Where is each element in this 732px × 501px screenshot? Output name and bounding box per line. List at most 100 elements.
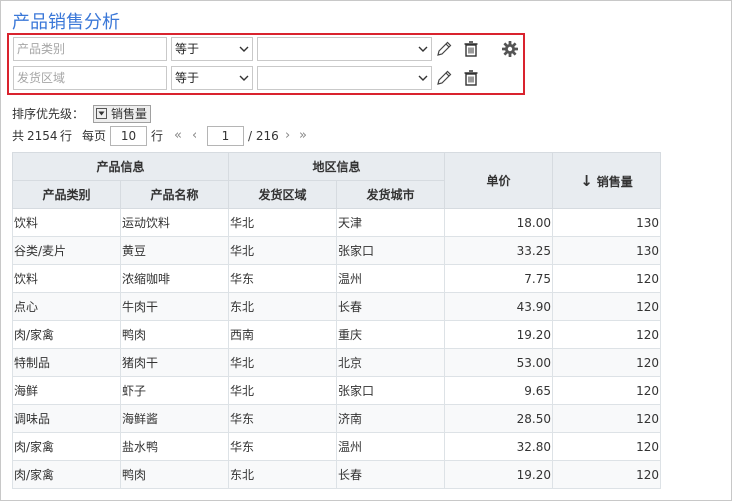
cell-category: 特制品 xyxy=(12,348,121,377)
cell-sales: 120 xyxy=(552,376,661,405)
cell-name: 黄豆 xyxy=(120,236,229,265)
per-page-suffix: 行 xyxy=(151,129,164,143)
group-header-region: 地区信息 xyxy=(228,152,445,181)
cell-category: 饮料 xyxy=(12,208,121,237)
trash-icon[interactable] xyxy=(462,40,480,58)
cell-city: 温州 xyxy=(336,432,445,461)
column-header-city[interactable]: 发货城市 xyxy=(336,180,445,209)
table-row[interactable]: 饮料 浓缩咖啡 华东 温州 7.75 120 xyxy=(12,264,661,293)
total-prefix: 共 xyxy=(12,129,25,143)
table-row[interactable]: 特制品 猪肉干 华北 北京 53.00 120 xyxy=(12,348,661,377)
filter-operator-select[interactable]: 等于 xyxy=(171,37,253,61)
arrow-down-icon: ↓ xyxy=(580,171,593,190)
cell-name: 浓缩咖啡 xyxy=(120,264,229,293)
table-row[interactable]: 点心 牛肉干 东北 长春 43.90 120 xyxy=(12,292,661,321)
cell-price: 32.80 xyxy=(444,432,553,461)
cell-area: 华北 xyxy=(228,376,337,405)
table-row[interactable]: 肉/家禽 鸭肉 东北 长春 19.20 120 xyxy=(12,460,661,489)
column-header-name[interactable]: 产品名称 xyxy=(120,180,229,209)
cell-category: 饮料 xyxy=(12,264,121,293)
cell-city: 重庆 xyxy=(336,320,445,349)
cell-name: 海鲜酱 xyxy=(120,404,229,433)
cell-price: 43.90 xyxy=(444,292,553,321)
cell-city: 长春 xyxy=(336,460,445,489)
cell-price: 7.75 xyxy=(444,264,553,293)
per-page-prefix: 每页 xyxy=(82,129,107,143)
cell-area: 华北 xyxy=(228,208,337,237)
cell-category: 肉/家禽 xyxy=(12,320,121,349)
next-page-icon[interactable]: › xyxy=(285,126,290,146)
filter-value-select[interactable] xyxy=(257,66,432,90)
column-header-price[interactable]: 单价 xyxy=(444,152,553,209)
cell-city: 张家口 xyxy=(336,376,445,405)
cell-price: 19.20 xyxy=(444,460,553,489)
cell-city: 长春 xyxy=(336,292,445,321)
cell-area: 华东 xyxy=(228,404,337,433)
first-page-icon[interactable]: « xyxy=(174,126,182,146)
cell-area: 华东 xyxy=(228,432,337,461)
cell-area: 华北 xyxy=(228,236,337,265)
page-number-input[interactable]: 1 xyxy=(207,126,244,146)
filter-operator-select[interactable]: 等于 xyxy=(171,66,253,90)
cell-category: 肉/家禽 xyxy=(12,432,121,461)
cell-price: 19.20 xyxy=(444,320,553,349)
filter-value-select[interactable] xyxy=(257,37,432,61)
table-body: 饮料 运动饮料 华北 天津 18.00 130 谷类/麦片 黄豆 华北 张家口 33.25 130 饮料… xyxy=(12,208,661,489)
table-row[interactable]: 肉/家禽 盐水鸭 华东 温州 32.80 120 xyxy=(12,432,661,461)
per-page-input[interactable]: 10 xyxy=(110,126,147,146)
table-row[interactable]: 海鲜 虾子 华北 张家口 9.65 120 xyxy=(12,376,661,405)
column-header-category[interactable]: 产品类别 xyxy=(12,180,121,209)
sort-field-label: 销售量 xyxy=(111,107,148,121)
cell-city: 张家口 xyxy=(336,236,445,265)
cell-sales: 130 xyxy=(552,236,661,265)
sales-table: 产品信息 地区信息 单价 ↓ 销售量 产品类别 产品名称 发货区域 发货城市 饮料… xyxy=(12,152,661,489)
filter-field-input[interactable]: 产品类别 xyxy=(13,37,167,61)
cell-sales: 120 xyxy=(552,460,661,489)
column-header-area[interactable]: 发货区域 xyxy=(228,180,337,209)
filter-field-input[interactable]: 发货区域 xyxy=(13,66,167,90)
cell-sales: 120 xyxy=(552,264,661,293)
cell-city: 北京 xyxy=(336,348,445,377)
cell-name: 牛肉干 xyxy=(120,292,229,321)
table-row[interactable]: 谷类/麦片 黄豆 华北 张家口 33.25 130 xyxy=(12,236,661,265)
cell-sales: 130 xyxy=(552,208,661,237)
cell-city: 济南 xyxy=(336,404,445,433)
pencil-icon[interactable] xyxy=(435,40,453,58)
pencil-icon[interactable] xyxy=(435,69,453,87)
cell-category: 点心 xyxy=(12,292,121,321)
table-row[interactable]: 调味品 海鲜酱 华东 济南 28.50 120 xyxy=(12,404,661,433)
table-row[interactable]: 肉/家禽 鸭肉 西南 重庆 19.20 120 xyxy=(12,320,661,349)
sort-priority-label: 排序优先级： xyxy=(12,107,85,121)
cell-name: 虾子 xyxy=(120,376,229,405)
cell-area: 东北 xyxy=(228,460,337,489)
filter-row: 产品类别 等于 xyxy=(13,37,519,61)
cell-city: 天津 xyxy=(336,208,445,237)
trash-icon[interactable] xyxy=(462,69,480,87)
last-page-icon[interactable]: » xyxy=(299,126,307,146)
total-pages: / 216 xyxy=(248,129,279,143)
dropdown-arrow-icon xyxy=(96,108,107,119)
chevron-down-icon xyxy=(239,46,249,52)
prev-page-icon[interactable]: ‹ xyxy=(192,126,197,146)
cell-category: 海鲜 xyxy=(12,376,121,405)
cell-name: 鸭肉 xyxy=(120,460,229,489)
cell-price: 53.00 xyxy=(444,348,553,377)
cell-price: 28.50 xyxy=(444,404,553,433)
sort-field-chip[interactable]: 销售量 xyxy=(93,105,152,123)
cell-name: 盐水鸭 xyxy=(120,432,229,461)
table-row[interactable]: 饮料 运动饮料 华北 天津 18.00 130 xyxy=(12,208,661,237)
group-header-product: 产品信息 xyxy=(12,152,229,181)
cell-area: 华东 xyxy=(228,264,337,293)
page-title: 产品销售分析 xyxy=(12,12,120,33)
cell-name: 鸭肉 xyxy=(120,320,229,349)
filter-operator-label: 等于 xyxy=(175,42,200,56)
column-header-sales[interactable]: ↓ 销售量 xyxy=(552,152,661,209)
filter-row: 发货区域 等于 xyxy=(13,66,519,90)
gear-icon[interactable] xyxy=(501,40,519,58)
filter-operator-label: 等于 xyxy=(175,71,200,85)
total-rows: 2154 xyxy=(27,129,58,143)
cell-category: 肉/家禽 xyxy=(12,460,121,489)
cell-area: 华北 xyxy=(228,348,337,377)
cell-price: 33.25 xyxy=(444,236,553,265)
cell-area: 东北 xyxy=(228,292,337,321)
